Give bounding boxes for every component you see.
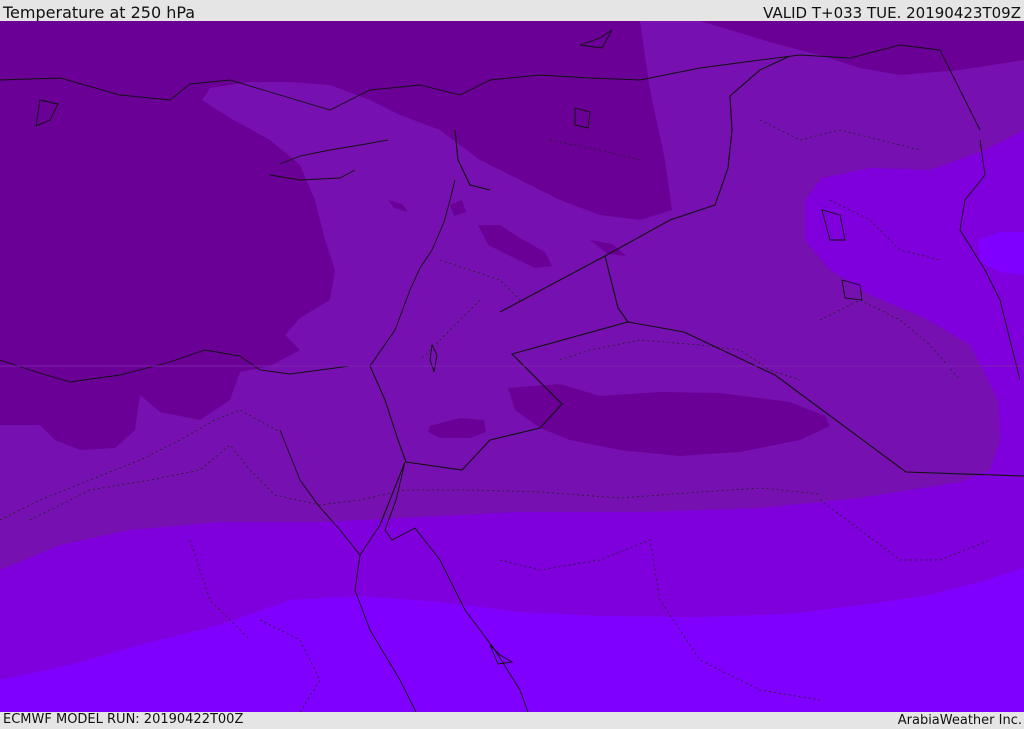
model-run-label: ECMWF MODEL RUN: 20190422T00Z [3,712,244,727]
header-bar: Temperature at 250 hPa VALID T+033 TUE. … [0,0,1024,22]
weather-map[interactable] [0,21,1024,712]
credit-label: ArabiaWeather Inc. [897,713,1022,728]
map-title: Temperature at 250 hPa [3,3,196,22]
footer-bar: ECMWF MODEL RUN: 20190422T00Z ArabiaWeat… [0,712,1024,729]
valid-time: VALID T+033 TUE. 20190423T09Z [763,4,1021,22]
